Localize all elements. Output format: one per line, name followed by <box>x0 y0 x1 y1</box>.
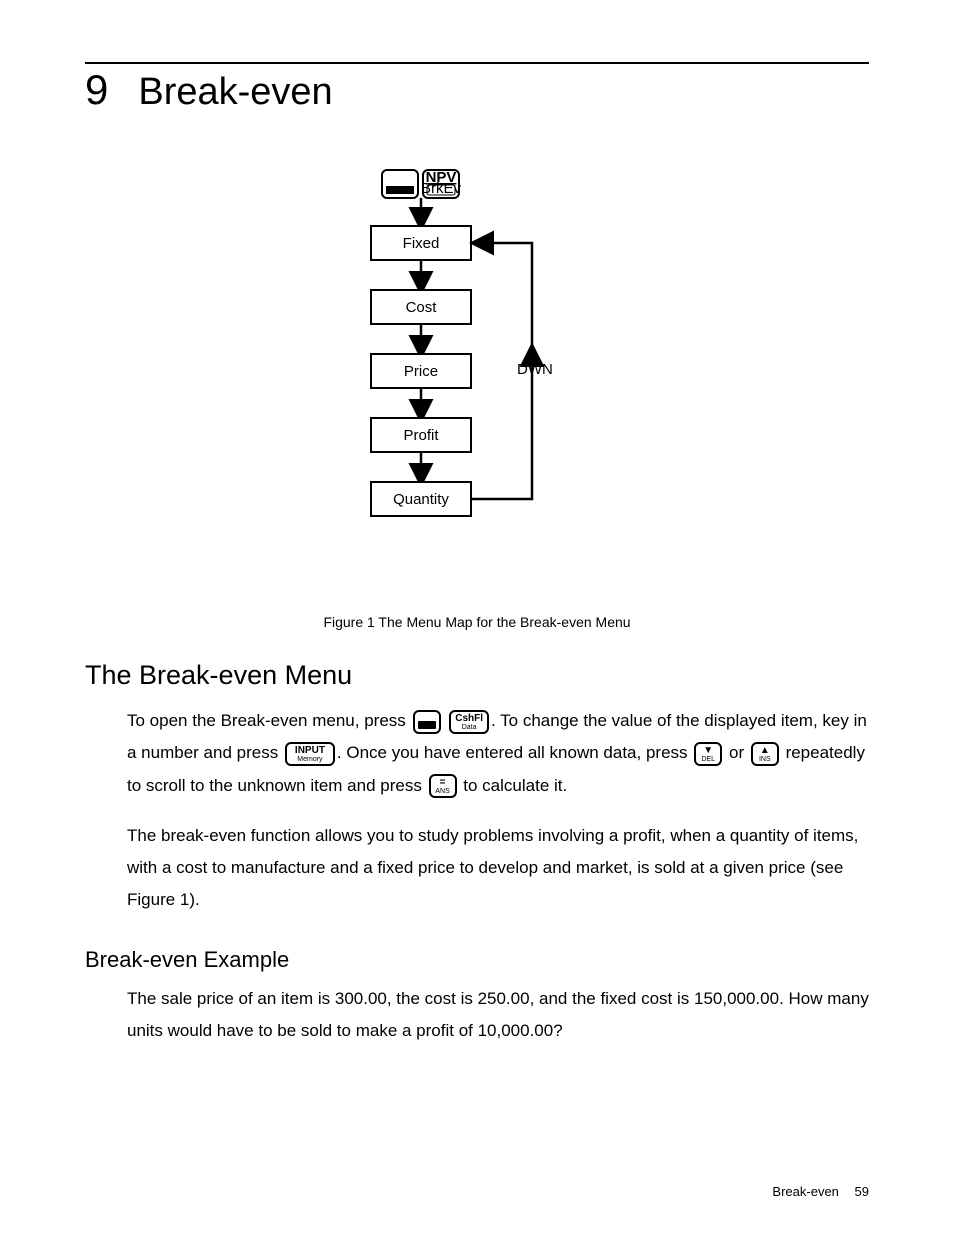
up-key-icon: ▲ INS <box>751 742 779 766</box>
brkev-key-label: BrkEv <box>421 180 462 197</box>
chapter-title: Break-even <box>138 71 332 114</box>
cshfl-key-top: CshFl <box>455 714 483 724</box>
top-rule <box>85 62 869 64</box>
page: 9 Break-even NPV BrkEv Fixed <box>0 0 954 1235</box>
section-heading-example: Break-even Example <box>85 947 869 973</box>
entry-keys: NPV BrkEv <box>382 169 461 198</box>
dwn-label: DWN <box>517 361 553 378</box>
up-key-top: ▲ <box>760 746 770 756</box>
figure-1: NPV BrkEv Fixed Cost Price Profit Q <box>85 164 869 594</box>
down-key-icon: ▼ DEL <box>694 742 722 766</box>
down-key-top: ▼ <box>703 746 713 756</box>
p1-c: . Once you have entered all known data, … <box>337 743 692 762</box>
body-text: To open the Break-even menu, press CshFl… <box>127 705 869 917</box>
figure-caption: Figure 1 The Menu Map for the Break-even… <box>85 614 869 630</box>
shift-key-icon <box>413 710 441 734</box>
page-number: 59 <box>855 1184 869 1199</box>
chapter-heading: 9 Break-even <box>85 66 869 114</box>
down-key-bottom: DEL <box>701 756 715 763</box>
cshfl-key-bottom: Data <box>462 724 477 731</box>
node-price-label: Price <box>404 363 438 380</box>
input-key-bottom: Memory <box>297 756 322 763</box>
node-cost-label: Cost <box>406 299 438 316</box>
input-key-icon: INPUT Memory <box>285 742 335 766</box>
equals-key-bottom: ANS <box>435 788 449 795</box>
section-heading-menu: The Break-even Menu <box>85 660 869 691</box>
cshfl-key-icon: CshFl Data <box>449 710 489 734</box>
p1-f: to calculate it. <box>463 776 567 795</box>
paragraph-1: To open the Break-even menu, press CshFl… <box>127 705 869 802</box>
input-key-top: INPUT <box>295 746 325 756</box>
p1-d: or <box>729 743 749 762</box>
equals-key-top: = <box>440 778 446 788</box>
page-footer: Break-even 59 <box>772 1184 869 1199</box>
example-body: The sale price of an item is 300.00, the… <box>127 983 869 1048</box>
footer-label: Break-even <box>772 1184 838 1199</box>
menu-map-diagram: NPV BrkEv Fixed Cost Price Profit Q <box>347 164 607 594</box>
up-key-bottom: INS <box>759 756 771 763</box>
chapter-number: 9 <box>85 66 108 114</box>
node-quantity-label: Quantity <box>393 491 449 508</box>
paragraph-2: The break-even function allows you to st… <box>127 820 869 917</box>
equals-key-icon: = ANS <box>429 774 457 798</box>
node-fixed-label: Fixed <box>403 235 440 252</box>
paragraph-3: The sale price of an item is 300.00, the… <box>127 983 869 1048</box>
node-profit-label: Profit <box>403 427 439 444</box>
p1-a: To open the Break-even menu, press <box>127 711 411 730</box>
